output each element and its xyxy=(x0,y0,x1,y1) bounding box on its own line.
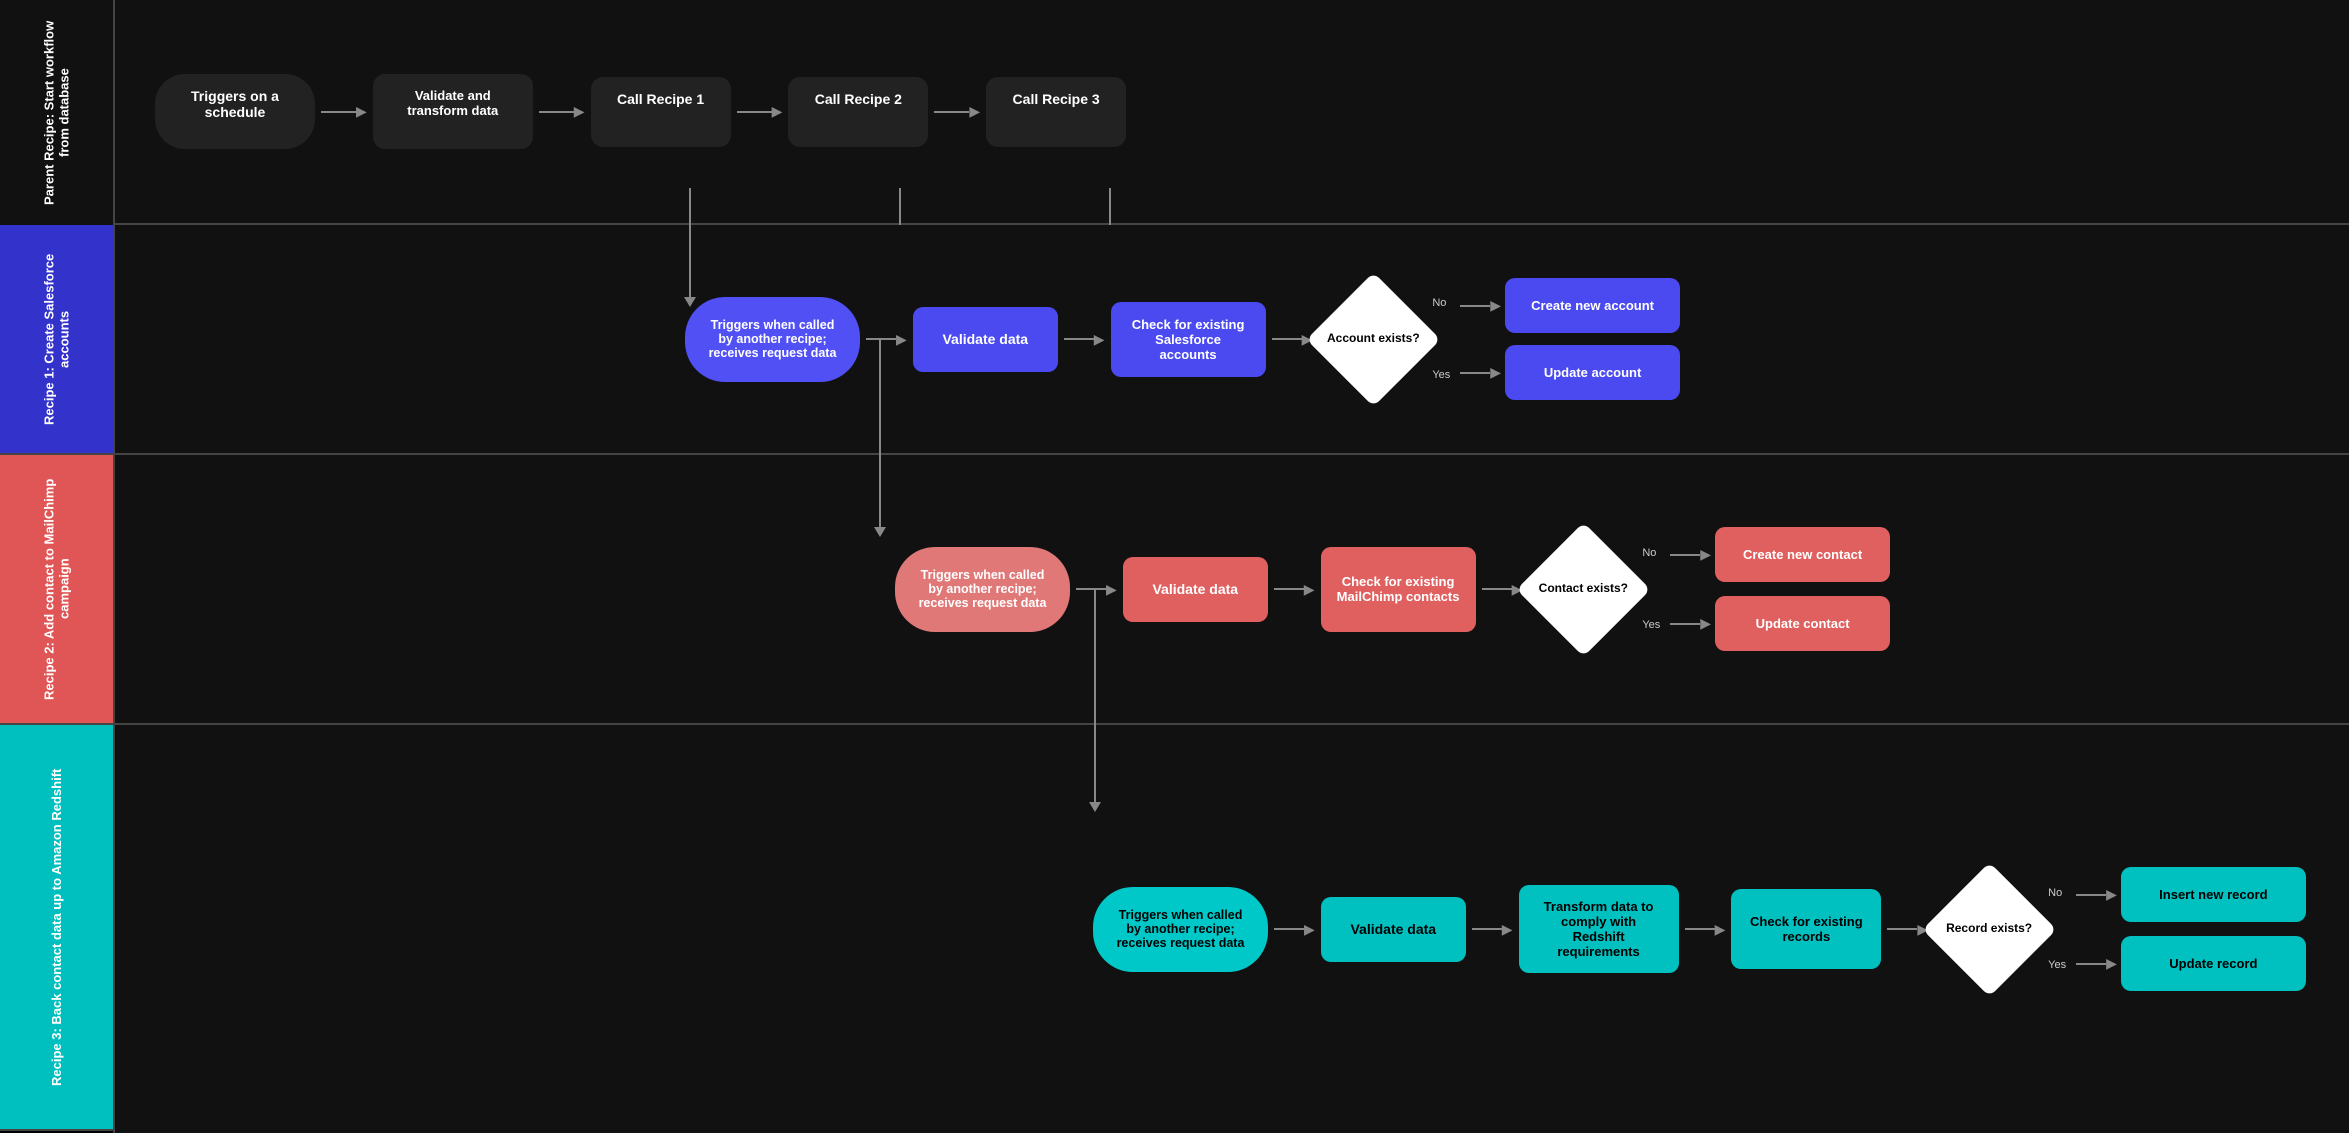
r2-arrow-3: ▶ xyxy=(1482,581,1523,598)
recipe2-row: Triggers when called by another recipe; … xyxy=(115,455,2349,725)
create-contact-node: Create new contact xyxy=(1715,527,1890,582)
recipe1-row: Triggers when called by another recipe; … xyxy=(115,225,2349,455)
arrow-3: ▶ xyxy=(737,103,783,120)
call-recipe-1-node: Call Recipe 1 xyxy=(591,77,731,147)
recipe1-diamond-container: Account exists? xyxy=(1318,284,1428,394)
arrow-4: ▶ xyxy=(934,103,980,120)
recipe3-diamond-container: Record exists? xyxy=(1934,874,2044,984)
update-contact-node: Update contact xyxy=(1715,596,1890,651)
validate-transform-node: Validate and transform data xyxy=(373,74,533,149)
recipe2-check-node: Check for existing MailChimp contacts xyxy=(1321,547,1476,632)
recipe1-trigger-node: Triggers when called by another recipe; … xyxy=(685,297,860,382)
recipe2-branches: ▶ Create new contact ▶ Update contact xyxy=(1670,527,1890,651)
parent-recipe-row: Triggers on a schedule ▶ Validate and tr… xyxy=(115,0,2349,225)
row-label-recipe1: Recipe 1: Create Salesforce accounts xyxy=(0,225,113,455)
recipe3-trigger-node: Triggers when called by another recipe; … xyxy=(1093,887,1268,972)
recipe3-row: Triggers when called by another recipe; … xyxy=(115,725,2349,1133)
row-label-recipe3: Recipe 3: Back contact data up to Amazon… xyxy=(0,725,113,1131)
r1-arrow-2: ▶ xyxy=(1064,331,1105,348)
call-recipe-3-node: Call Recipe 3 xyxy=(986,77,1126,147)
recipe2-diamond-label: Contact exists? xyxy=(1539,581,1628,597)
r1-arrow-1: ▶ xyxy=(866,331,907,348)
recipe3-transform-node: Transform data to comply with Redshift r… xyxy=(1519,885,1679,973)
r3-arrow-3: ▶ xyxy=(1685,921,1726,938)
arrow-2: ▶ xyxy=(539,103,585,120)
r3-arrow-4: ▶ xyxy=(1887,921,1928,938)
row-label-recipe2: Recipe 2: Add contact to MailChimp campa… xyxy=(0,455,113,725)
arrow-1: ▶ xyxy=(321,103,367,120)
r1-arrow-3: ▶ xyxy=(1272,331,1313,348)
update-account-node: Update account xyxy=(1505,345,1680,400)
recipe2-validate-node: Validate data xyxy=(1123,557,1268,622)
recipe3-check-node: Check for existing records xyxy=(1731,889,1881,969)
recipe3-diamond-label: Record exists? xyxy=(1946,921,2032,937)
recipe1-validate-node: Validate data xyxy=(913,307,1058,372)
diagram-container: Parent Recipe: Start workflow from datab… xyxy=(0,0,2349,1133)
recipe3-branches: ▶ Insert new record ▶ Update record xyxy=(2076,867,2306,991)
r2-arrow-2: ▶ xyxy=(1274,581,1315,598)
recipe1-check-node: Check for existing Salesforce accounts xyxy=(1111,302,1266,377)
main-content: Triggers on a schedule ▶ Validate and tr… xyxy=(115,0,2349,1133)
row-label-parent: Parent Recipe: Start workflow from datab… xyxy=(0,0,113,225)
r3-arrow-2: ▶ xyxy=(1472,921,1513,938)
recipe2-incoming-arrow xyxy=(865,455,895,545)
call-recipe-2-node: Call Recipe 2 xyxy=(788,77,928,147)
recipe2-diamond-container: Contact exists? xyxy=(1528,534,1638,644)
recipe3-validate-node: Validate data xyxy=(1321,897,1466,962)
recipe3-incoming-arrow xyxy=(1080,725,1110,825)
update-record-node: Update record xyxy=(2121,936,2306,991)
trigger-schedule-node: Triggers on a schedule xyxy=(155,74,315,149)
recipe1-branches: ▶ Create new account ▶ Update account xyxy=(1460,278,1680,400)
insert-record-node: Insert new record xyxy=(2121,867,2306,922)
recipe2-trigger-node: Triggers when called by another recipe; … xyxy=(895,547,1070,632)
r2-arrow-1: ▶ xyxy=(1076,581,1117,598)
r3-arrow-1: ▶ xyxy=(1274,921,1315,938)
create-account-node: Create new account xyxy=(1505,278,1680,333)
recipe1-diamond-label: Account exists? xyxy=(1327,331,1420,347)
label-column: Parent Recipe: Start workflow from datab… xyxy=(0,0,115,1133)
